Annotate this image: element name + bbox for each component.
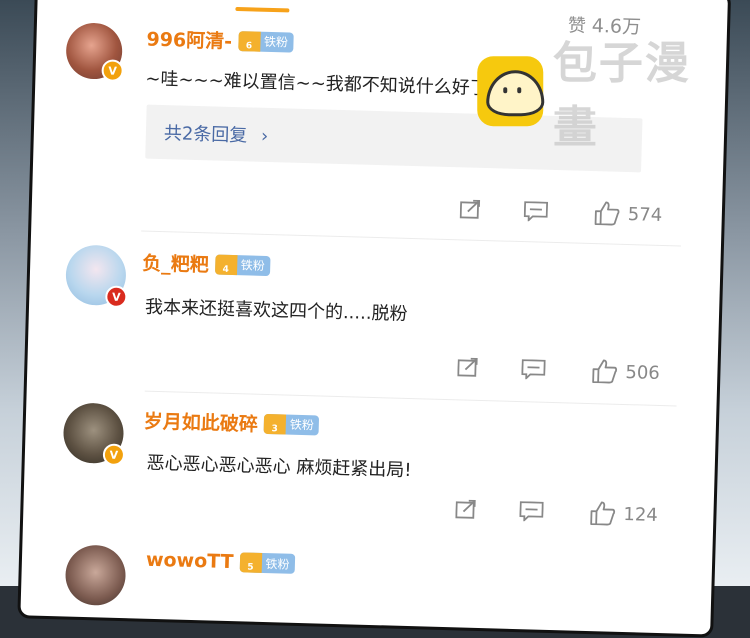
fan-badge-label: 铁粉 xyxy=(265,555,289,573)
fan-badge: 4 铁粉 xyxy=(215,254,271,276)
thumbs-up-icon[interactable] xyxy=(591,359,618,384)
crown-icon: 5 xyxy=(239,552,262,573)
verified-badge: V xyxy=(105,285,128,308)
phone-screen: 赞4.6万 V 996阿清- 6 铁粉 ~哇~~~难以置信~~我都不知说什么好了… xyxy=(17,0,731,638)
verified-badge: V xyxy=(101,59,124,82)
fan-badge-label: 铁粉 xyxy=(264,33,288,51)
share-icon[interactable] xyxy=(460,199,483,220)
watermark: 包子漫畫 xyxy=(477,27,725,155)
chevron-right-icon: › xyxy=(261,126,269,147)
fan-badge-label: 铁粉 xyxy=(290,416,314,434)
fan-badge-label: 铁粉 xyxy=(241,256,265,274)
comment-icon[interactable] xyxy=(521,359,546,380)
share-icon[interactable] xyxy=(457,357,480,378)
watermark-text: 包子漫畫 xyxy=(553,27,725,155)
crown-icon: 3 xyxy=(264,413,287,434)
username[interactable]: 负_粑粑 xyxy=(142,248,209,277)
comment-text: ~哇~~~难以置信~~我都不知说什么好了 xyxy=(145,65,488,101)
fan-badge: 3 铁粉 xyxy=(264,413,320,435)
like-count: 506 xyxy=(625,362,660,384)
divider xyxy=(145,391,677,407)
username[interactable]: 996阿清- xyxy=(146,25,232,54)
thumbs-up-icon[interactable] xyxy=(594,201,621,226)
comment-text: 恶心恶心恶心恶心 麻烦赶紧出局! xyxy=(146,449,412,482)
username[interactable]: 岁月如此破碎 xyxy=(144,407,259,437)
avatar[interactable]: V xyxy=(65,22,123,80)
username[interactable]: wowoTT xyxy=(146,549,234,573)
comment-icon[interactable] xyxy=(519,501,544,522)
fan-badge: 5 铁粉 xyxy=(239,552,295,574)
baozi-logo-icon xyxy=(477,56,543,126)
avatar[interactable] xyxy=(65,544,127,606)
avatar[interactable]: V xyxy=(63,402,125,464)
crown-icon: 4 xyxy=(215,254,238,275)
verified-badge: V xyxy=(103,443,126,466)
crown-icon: 6 xyxy=(238,31,261,52)
replies-count: 共2条回复 xyxy=(164,123,248,146)
avatar[interactable]: V xyxy=(65,244,127,306)
share-icon[interactable] xyxy=(455,499,478,520)
divider xyxy=(141,230,681,246)
comment-icon[interactable] xyxy=(524,201,549,222)
like-count: 124 xyxy=(623,504,658,526)
fan-badge: 6 铁粉 xyxy=(238,31,294,53)
like-count: 574 xyxy=(628,204,663,226)
comment-text: 我本来还挺喜欢这四个的.....脱粉 xyxy=(145,293,408,326)
thumbs-up-icon[interactable] xyxy=(589,501,616,526)
